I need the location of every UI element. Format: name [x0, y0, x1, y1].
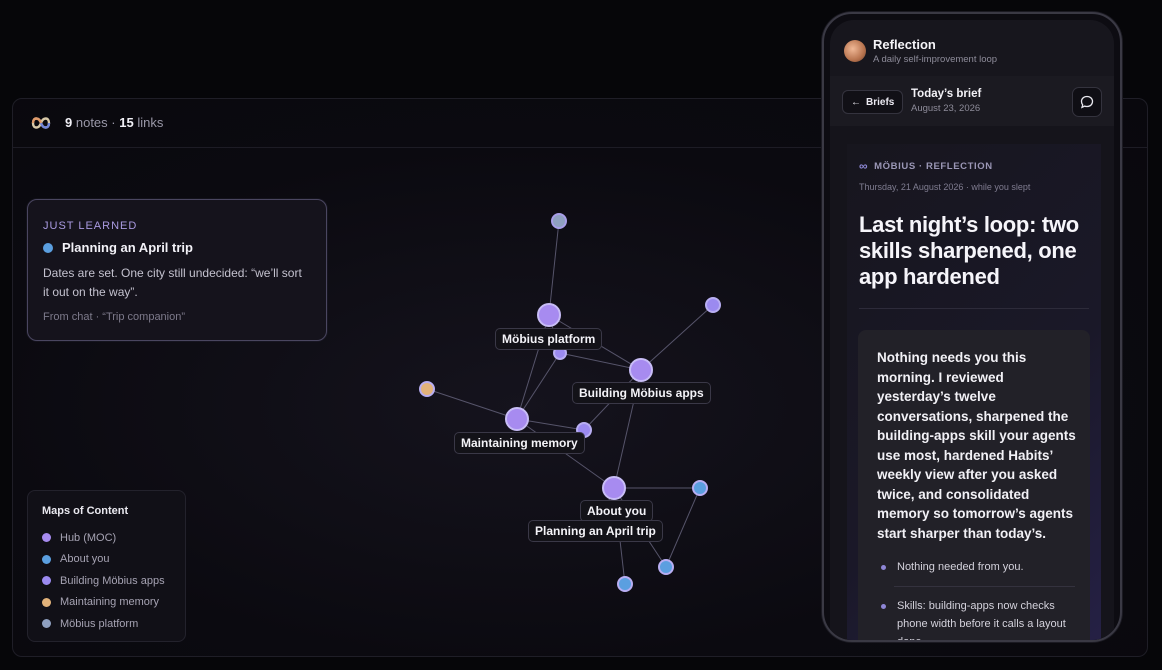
legend-swatch-icon [42, 554, 51, 564]
brief-bullets: Nothing needed from you. Skills: buildin… [877, 558, 1075, 640]
legend-swatch-icon [42, 576, 51, 586]
legend-item[interactable]: About you [42, 549, 171, 571]
bullet-dot-icon [881, 604, 886, 609]
legend-item-label: Möbius platform [60, 617, 139, 630]
bullet-text: Nothing needed from you. [897, 561, 1024, 573]
legend-item-label: Building Möbius apps [60, 574, 165, 587]
node-building-b[interactable] [705, 297, 721, 313]
brief-summary-card: Nothing needs you this morning. I review… [858, 330, 1090, 640]
chat-button[interactable] [1072, 87, 1102, 117]
node-about-c[interactable] [658, 559, 674, 575]
legend-swatch-icon [42, 533, 51, 543]
node-mobius-platform-a[interactable] [551, 213, 567, 229]
node-memory-a[interactable] [419, 381, 435, 397]
brief-document: ∞ MÖBIUS · REFLECTION Thursday, 21 Augus… [847, 144, 1101, 640]
infinity-icon: ∞ [859, 159, 869, 173]
just-learned-title-text: Planning an April trip [62, 240, 193, 255]
node-hub-building-apps[interactable] [629, 358, 653, 382]
doc-kicker: ∞ MÖBIUS · REFLECTION [859, 159, 993, 173]
graph-label-mobius-platform[interactable]: Möbius platform [495, 328, 603, 350]
node-about-a[interactable] [692, 480, 708, 496]
brief-title: Today’s brief [911, 88, 982, 100]
node-hub-maintaining-memory[interactable] [505, 407, 529, 431]
chat-bubble-icon [1080, 95, 1094, 109]
bullet-dot-icon [881, 565, 886, 570]
phone-frame: Reflection A daily self-improvement loop… [822, 12, 1122, 642]
brief-lead: Nothing needs you this morning. I review… [877, 350, 1076, 541]
bullet-text: Skills: building-apps now checks phone w… [897, 600, 1066, 640]
phone-screen: Reflection A daily self-improvement loop… [830, 20, 1114, 640]
graph-label-april-trip[interactable]: Planning an April trip [528, 520, 663, 542]
doc-kicker-text: MÖBIUS · REFLECTION [874, 160, 993, 172]
legend-item[interactable]: Möbius platform [42, 613, 171, 635]
just-learned-body: Dates are set. One city still undecided:… [43, 266, 302, 299]
graph-label-building-apps[interactable]: Building Möbius apps [572, 382, 711, 404]
legend-swatch-icon [42, 619, 51, 629]
just-learned-source: From chat · “Trip companion” [43, 311, 186, 323]
node-hub-mobius-platform[interactable] [537, 303, 561, 327]
app-header: Reflection A daily self-improvement loop [830, 20, 1114, 76]
list-item: Skills: building-apps now checks phone w… [877, 597, 1075, 640]
doc-headline: Last night’s loop: two skills sharpened,… [859, 212, 1079, 289]
back-to-briefs-button[interactable]: ← Briefs [842, 90, 904, 114]
just-learned-card[interactable]: JUST LEARNED Planning an April trip Date… [27, 199, 327, 341]
node-about-d[interactable] [617, 576, 633, 592]
legend-item[interactable]: Maintaining memory [42, 592, 171, 614]
doc-date: Thursday, 21 August 2026 · while you sle… [859, 182, 1031, 192]
arrow-left-icon: ← [851, 96, 861, 108]
brief-toolbar: ← Briefs Today’s brief August 23, 2026 [830, 76, 1114, 126]
brief-date: August 23, 2026 [911, 103, 981, 114]
legend-item-label: Hub (MOC) [60, 531, 117, 544]
node-hub-about-you[interactable] [602, 476, 626, 500]
list-item: Nothing needed from you. [877, 558, 1075, 576]
just-learned-kicker: JUST LEARNED [43, 220, 138, 232]
graph-label-about-you[interactable]: About you [580, 500, 654, 522]
legend-maps-of-content: Maps of Content Hub (MOC) About you Buil… [27, 490, 186, 642]
legend-swatch-icon [42, 597, 51, 607]
legend-item[interactable]: Hub (MOC) [42, 527, 171, 549]
app-title: Reflection [873, 37, 936, 52]
graph-label-maintaining-memory[interactable]: Maintaining memory [454, 432, 585, 454]
legend-item[interactable]: Building Möbius apps [42, 570, 171, 592]
bullet-divider [894, 586, 1075, 587]
legend-title: Maps of Content [42, 505, 129, 517]
note-dot-icon [43, 242, 53, 253]
doc-divider [859, 308, 1089, 309]
legend-item-label: Maintaining memory [60, 596, 160, 609]
just-learned-title: Planning an April trip [43, 240, 311, 255]
app-subtitle: A daily self-improvement loop [873, 54, 998, 65]
back-button-label: Briefs [866, 96, 895, 108]
legend-item-label: About you [60, 553, 110, 566]
reflection-app-icon [844, 40, 866, 62]
